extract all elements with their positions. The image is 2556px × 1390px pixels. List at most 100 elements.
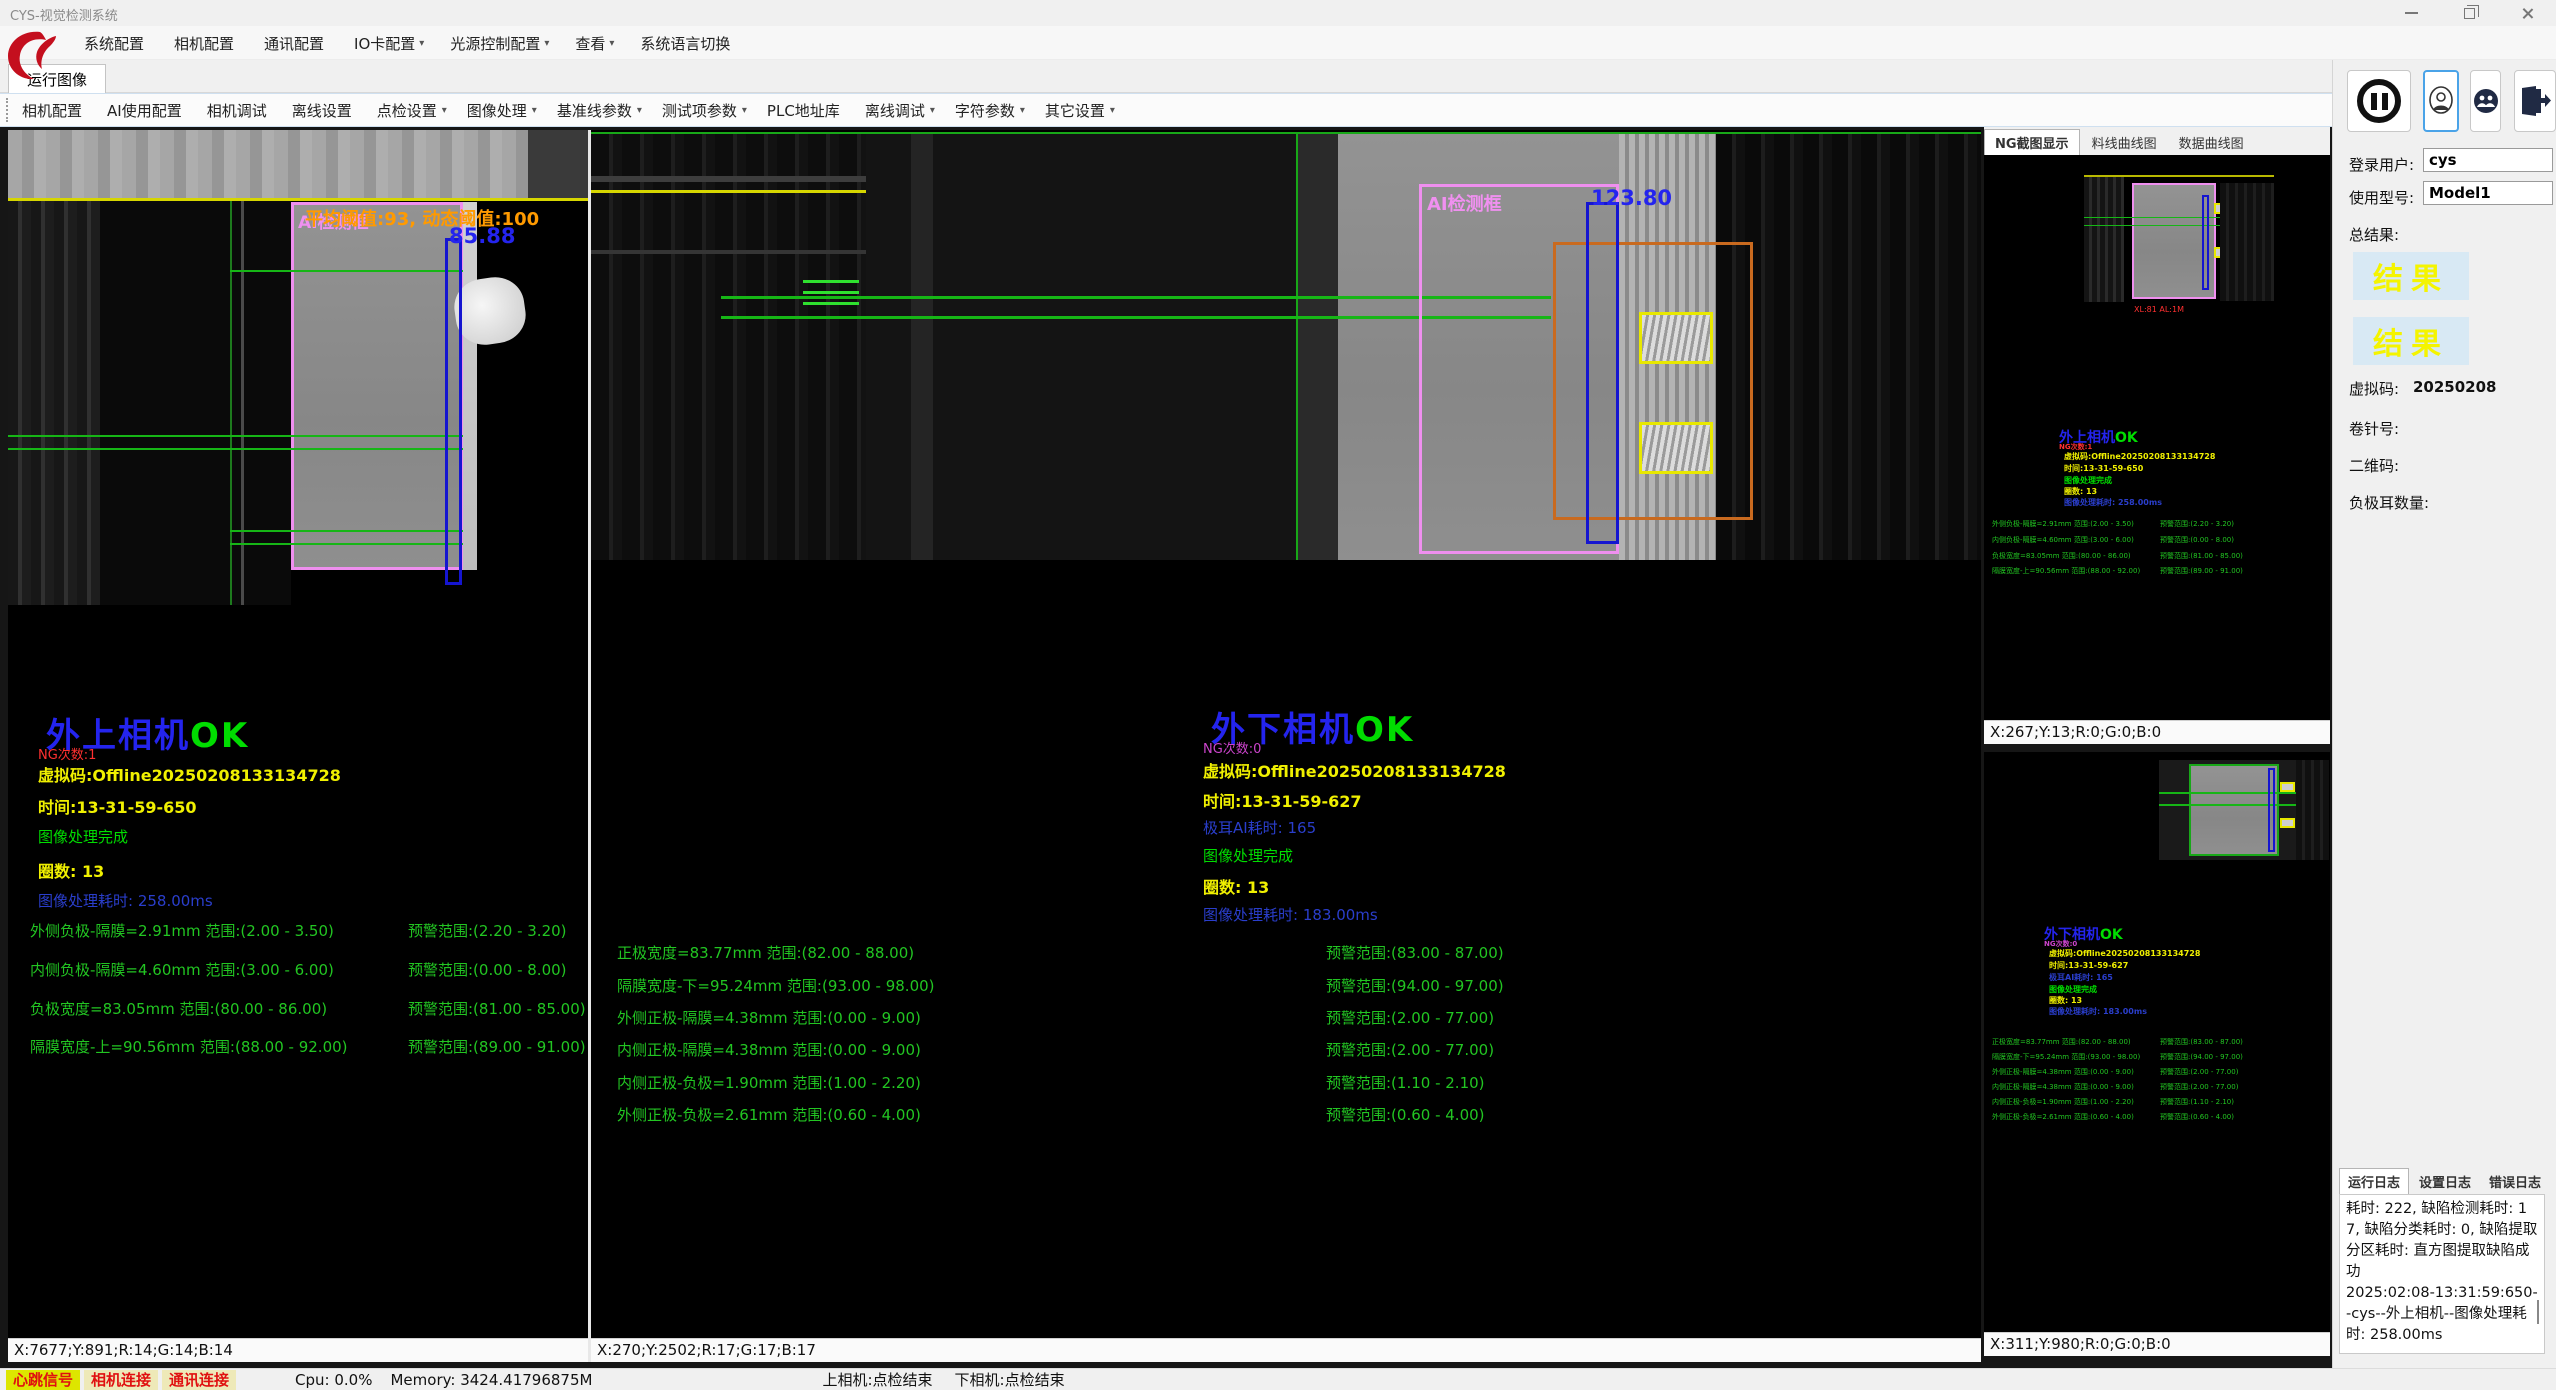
- striped-roller-region: [591, 134, 866, 560]
- result-ok: OK: [1355, 710, 1414, 750]
- login-user-field[interactable]: [2423, 148, 2553, 172]
- mini-elapsed: 图像处理耗时: 183.00ms: [2049, 1006, 2147, 1017]
- tab-error-log[interactable]: 错误日志: [2481, 1168, 2549, 1194]
- tool-other-settings[interactable]: 其它设置▾: [1035, 95, 1125, 126]
- tool-label: 相机配置: [22, 100, 82, 121]
- tool-label: 字符参数: [955, 100, 1015, 121]
- measurement-text: 外侧正极-隔膜=4.38mm 范围:(0.00 - 9.00): [617, 1007, 921, 1028]
- tool-image-processing[interactable]: 图像处理▾: [457, 95, 547, 126]
- window-title: CYS-视觉检测系统: [10, 5, 118, 24]
- tool-test-item-params[interactable]: 测试项参数▾: [652, 95, 757, 126]
- log-content[interactable]: 耗时: 222, 缺陷检测耗时: 17, 缺陷分类耗时: 0, 缺陷提取分区耗时…: [2339, 1194, 2545, 1354]
- tool-offline-settings[interactable]: 离线设置: [282, 95, 367, 126]
- green-hline: [230, 530, 463, 532]
- measurement-text: 内侧正极-负极=1.90mm 范围:(1.00 - 2.20): [617, 1072, 921, 1093]
- measurement-text: 正极宽度=83.77mm 范围:(82.00 - 88.00): [617, 942, 914, 963]
- mini-measurement-warn: 预警范围:(83.00 - 87.00): [2160, 1037, 2243, 1047]
- tab-line-curve[interactable]: 料线曲线图: [2082, 129, 2167, 155]
- mini-measurement-warn: 预警范围:(2.00 - 77.00): [2160, 1067, 2238, 1077]
- mini-yellow-line: [2084, 175, 2274, 177]
- mini-elapsed: 图像处理耗时: 258.00ms: [2064, 497, 2162, 508]
- loop-count-line: 圈数: 13: [1203, 874, 1269, 898]
- ng-lower-coordinates: X:311;Y:980;R:0;G:0;B:0: [1984, 1332, 2330, 1356]
- tab-settings-log[interactable]: 设置日志: [2411, 1168, 2479, 1194]
- user-management-button[interactable]: [2470, 70, 2501, 132]
- menu-item-comm-config[interactable]: 通讯配置: [252, 29, 340, 58]
- mini-measurement-warn: 预警范围:(89.00 - 91.00): [2160, 566, 2243, 576]
- mini-measurement-warn: 预警范围:(2.20 - 3.20): [2160, 519, 2234, 529]
- green-hline-short: [803, 280, 859, 283]
- needle-number-label: 卷针号:: [2349, 418, 2399, 439]
- striped-roller-region: [8, 201, 100, 605]
- sidebar: 登录用户: 使用型号: 总结果: 结果 结果 虚拟码: 20250208 卷针号…: [2332, 60, 2556, 1368]
- ng-snapshot-upper-view[interactable]: XL:81 AL:1M 外上相机OK NG次数:1 虚拟码:Offline202…: [1984, 155, 2330, 720]
- mini-yellow-rect: [2280, 782, 2295, 792]
- restore-button[interactable]: [2440, 0, 2498, 26]
- model-field[interactable]: [2423, 181, 2553, 205]
- login-user-label: 登录用户:: [2349, 154, 2414, 175]
- chevron-down-icon: ▾: [1110, 105, 1115, 116]
- green-hline: [230, 270, 463, 272]
- menu-item-io-card-config[interactable]: IO卡配置▾: [342, 29, 436, 58]
- chevron-down-icon: ▾: [442, 105, 447, 116]
- ng-snapshot-lower-view[interactable]: 外下相机OK NG次数:0 虚拟码:Offline202502081331347…: [1984, 752, 2330, 1332]
- ng-panel-tabs: NG截图显示 料线曲线图 数据曲线图: [1984, 127, 2330, 155]
- tool-camera-config[interactable]: 相机配置: [12, 95, 97, 126]
- tab-data-curve[interactable]: 数据曲线图: [2169, 129, 2254, 155]
- tool-camera-debug[interactable]: 相机调试: [197, 95, 282, 126]
- toolbar: 相机配置 AI使用配置 相机调试 离线设置 点检设置▾ 图像处理▾ 基准线参数▾…: [0, 93, 2556, 127]
- mini-annotation: XL:81 AL:1M: [2134, 305, 2184, 314]
- mini-blue-rect: [2268, 768, 2275, 852]
- result-ok: OK: [2115, 430, 2138, 446]
- measurement-warn: 预警范围:(0.60 - 4.00): [1326, 1104, 1485, 1125]
- mini-measurement: 正极宽度=83.77mm 范围:(82.00 - 88.00): [1992, 1037, 2131, 1047]
- close-button[interactable]: [2498, 0, 2556, 26]
- total-result-label: 总结果:: [2349, 224, 2399, 245]
- upper-camera-view[interactable]: AI检测框 平均阈值:93, 动态阈值:100 85.88 外上相机OK NG次…: [8, 130, 588, 1338]
- tool-offline-debug[interactable]: 离线调试▾: [855, 95, 945, 126]
- menu-item-camera-config[interactable]: 相机配置: [162, 29, 250, 58]
- menu-label: 通讯配置: [264, 33, 324, 54]
- minimize-button[interactable]: [2382, 0, 2440, 26]
- tab-run-log[interactable]: 运行日志: [2339, 1168, 2409, 1194]
- tab-ng-snapshot[interactable]: NG截图显示: [1984, 129, 2080, 155]
- minimize-icon: [2405, 12, 2418, 14]
- log-scrollbar[interactable]: [2537, 1300, 2539, 1324]
- ng-upper-coordinates: X:267;Y:13;R:0;G:0;B:0: [1984, 720, 2330, 744]
- lower-camera-coordinates: X:270;Y:2502;R:17;G:17;B:17: [591, 1338, 1981, 1362]
- menu-item-view[interactable]: 查看▾: [563, 29, 626, 58]
- pause-button[interactable]: [2347, 70, 2411, 132]
- user-icon: [2428, 86, 2454, 116]
- tool-spot-check[interactable]: 点检设置▾: [367, 95, 457, 126]
- tool-baseline-params[interactable]: 基准线参数▾: [547, 95, 652, 126]
- gray-hband: [591, 250, 866, 254]
- measure-value-text: 123.80: [1591, 186, 1672, 210]
- menu-item-language-switch[interactable]: 系统语言切换: [628, 29, 746, 58]
- elapsed-line: 图像处理耗时: 258.00ms: [38, 890, 213, 911]
- chevron-down-icon: ▾: [1020, 105, 1025, 116]
- upper-camera-status: 上相机:点检结束: [822, 1369, 932, 1390]
- users-icon: [2473, 88, 2499, 114]
- yellow-tab-rect: [1639, 312, 1713, 364]
- measurement-text: 外侧正极-负极=2.61mm 范围:(0.60 - 4.00): [617, 1104, 921, 1125]
- tool-label: AI使用配置: [107, 100, 182, 121]
- film-shadow-column: [1298, 134, 1338, 560]
- tool-label: 测试项参数: [662, 100, 737, 121]
- tool-char-params[interactable]: 字符参数 ▾: [945, 95, 1035, 126]
- virtual-code-line: 虚拟码:Offline20250208133134728: [38, 762, 341, 786]
- logout-button[interactable]: [2514, 70, 2556, 132]
- tool-ai-usage-config[interactable]: AI使用配置: [97, 95, 197, 126]
- tool-plc-address[interactable]: PLC地址库: [757, 95, 855, 126]
- mini-vcode: 虚拟码:Offline20250208133134728: [2049, 948, 2200, 959]
- camera-link-badge: 相机连接: [84, 1370, 158, 1390]
- menu-item-system-config[interactable]: 系统配置: [72, 29, 160, 58]
- gray-hband: [591, 176, 866, 182]
- mini-green-hline: [2084, 217, 2234, 218]
- lower-camera-view[interactable]: AI检测框 123.80 外下相机OK NG次数:0 虚拟码:Offline20…: [591, 130, 1981, 1338]
- menu-label: 系统配置: [84, 33, 144, 54]
- current-user-button[interactable]: [2423, 70, 2459, 132]
- menu-item-light-config[interactable]: 光源控制配置▾: [438, 29, 561, 58]
- chevron-down-icon: ▾: [419, 38, 424, 49]
- measurement-text: 内侧正极-隔膜=4.38mm 范围:(0.00 - 9.00): [617, 1039, 921, 1060]
- measurement-warn: 预警范围:(2.00 - 77.00): [1326, 1007, 1494, 1028]
